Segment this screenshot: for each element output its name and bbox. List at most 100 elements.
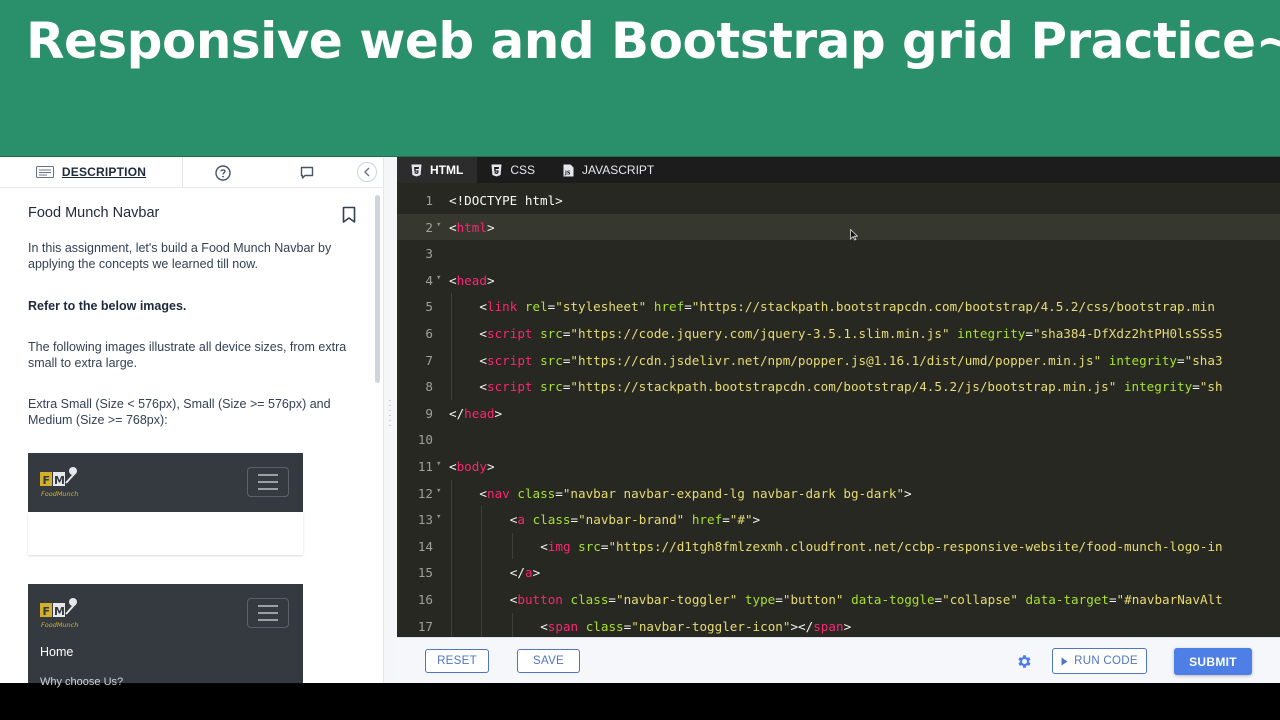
code-line[interactable]: 3: [397, 240, 1280, 267]
panel-scrollbar[interactable]: [375, 195, 380, 383]
code-token: script: [486, 326, 533, 341]
code-token: href: [691, 512, 723, 528]
code-editor[interactable]: HTML CSS JS JAVASCRIPT 1 <!DOCTYPE html> 2…: [397, 157, 1280, 637]
code-token: head: [464, 405, 495, 421]
line-number: 3: [425, 246, 433, 262]
code-line[interactable]: 8 <script src = "https://stackpath.bootstra…: [397, 373, 1280, 400]
fold-toggle-icon[interactable]: ▾: [436, 220, 441, 230]
code-token: link: [486, 299, 518, 315]
code-token: =: [1192, 379, 1200, 395]
code-token: ></: [790, 618, 814, 634]
intro-text: In this assignment, let's build a Food M…: [28, 241, 332, 271]
code-line[interactable]: 6 <script src = "https://code.jquery.com/jq…: [397, 320, 1280, 347]
code-line[interactable]: 14 <img src="https://d1tgh8fmlzexmh.cloud…: [397, 532, 1280, 560]
food-munch-logo: F M FoodMunch: [40, 598, 78, 629]
code-token: </: [509, 565, 525, 581]
tab-html[interactable]: HTML: [397, 157, 478, 183]
js-file-icon: JS: [563, 164, 574, 176]
code-token: <: [449, 272, 457, 288]
code-text: <head>: [449, 273, 495, 288]
code-token: >: [486, 219, 495, 235]
svg-text:M: M: [54, 605, 65, 618]
code-line[interactable]: 13 ▾ <a class="navbar-brand" href="#">: [397, 506, 1280, 533]
collapse-panel-button[interactable]: [357, 162, 377, 182]
code-token: "https://stackpath.bootstrapcdn.com/boot…: [570, 379, 1117, 395]
code-line[interactable]: 4 ▾ <head>: [397, 267, 1280, 294]
code-token: >: [486, 272, 495, 288]
code-line[interactable]: 1 <!DOCTYPE html>: [397, 187, 1280, 214]
code-token: >: [494, 405, 503, 421]
code-token: src: [540, 326, 563, 341]
tab-javascript[interactable]: JS JAVASCRIPT: [549, 157, 668, 183]
code-token: =: [608, 592, 616, 607]
fold-toggle-icon[interactable]: ▾: [436, 486, 441, 496]
code-text: <a class="navbar-brand" href="#">: [510, 512, 760, 527]
code-token: =: [934, 592, 943, 607]
code-line[interactable]: 15 </a>: [397, 559, 1280, 586]
code-token: </: [449, 405, 465, 421]
indent-guide: [511, 612, 513, 637]
save-button[interactable]: SAVE: [517, 649, 580, 673]
code-token: =: [775, 592, 783, 607]
run-code-button[interactable]: RUN CODE: [1052, 648, 1147, 674]
code-text: <html>: [449, 220, 495, 235]
code-text: <img src="https://d1tgh8fmlzexmh.cloudfr…: [540, 539, 1222, 554]
code-text: <link rel="stylesheet" href="https://sta…: [479, 299, 1215, 314]
run-code-label: RUN CODE: [1074, 655, 1138, 667]
code-token: <: [449, 459, 457, 474]
submit-button[interactable]: SUBMIT: [1174, 648, 1252, 675]
tab-hint[interactable]: [214, 164, 232, 182]
question-circle-icon: [215, 165, 231, 181]
code-line[interactable]: 2 ▾ <html>: [397, 213, 1280, 241]
code-line[interactable]: 5 <link rel="stylesheet" href="https://st…: [397, 293, 1280, 320]
code-token: integrity: [957, 326, 1026, 341]
problem-title: Food Munch Navbar: [28, 205, 160, 221]
document-icon: [35, 166, 54, 178]
code-token: script: [486, 352, 533, 368]
code-token: src: [540, 379, 563, 395]
code-token: "https://d1tgh8fmlzexmh.cloudfront.net/c…: [608, 538, 1223, 554]
code-line[interactable]: 10: [397, 426, 1280, 453]
code-line[interactable]: 17 <span class="navbar-toggler-icon"></sp…: [397, 612, 1280, 637]
indent-guide: [451, 559, 452, 586]
code-line[interactable]: 9 </head>: [397, 400, 1280, 427]
tab-javascript-label: JAVASCRIPT: [582, 163, 655, 177]
code-token: script: [486, 379, 533, 395]
code-token: "sh: [1199, 379, 1223, 395]
code-token: data-toggle: [851, 592, 935, 607]
code-line[interactable]: 7 <script src = "https://cdn.jsdelivr.net/n…: [397, 346, 1280, 374]
code-text: <button class="navbar-toggler" type="but…: [510, 592, 1223, 607]
code-line[interactable]: 16 <button class="navbar-toggler" type="b…: [397, 586, 1280, 613]
tab-description[interactable]: DESCRIPTION: [0, 157, 183, 187]
fold-toggle-icon[interactable]: ▾: [436, 273, 441, 283]
line-number: 16: [417, 592, 433, 607]
code-line[interactable]: 12 ▾ <nav class="navbar navbar-expand-lg n…: [397, 479, 1280, 507]
banner-title: Responsive web and Bootstrap grid Practi…: [26, 12, 1280, 70]
bookmark-button[interactable]: [341, 206, 357, 229]
indent-guide: [451, 586, 452, 613]
resize-handle[interactable]: · · · · · ·: [388, 396, 392, 432]
reset-button[interactable]: RESET: [425, 649, 489, 673]
svg-text:M: M: [54, 474, 65, 487]
code-token: "button": [782, 592, 844, 607]
code-token: =: [570, 512, 579, 528]
tab-css[interactable]: CSS: [477, 157, 549, 183]
code-text: <body>: [449, 459, 495, 474]
code-text: <span class="navbar-toggler-icon"></span…: [540, 619, 851, 634]
tab-discussion[interactable]: [298, 164, 316, 182]
code-token: class: [517, 485, 556, 501]
code-token: src: [540, 352, 563, 368]
code-line[interactable]: 11 ▾ <body>: [397, 453, 1280, 480]
indent-guide: [451, 346, 452, 374]
indent-guide: [481, 559, 483, 586]
indent-guide: [451, 532, 452, 560]
editor-tabs: HTML CSS JS JAVASCRIPT: [397, 157, 1280, 183]
gear-icon[interactable]: [1016, 653, 1033, 670]
fold-toggle-icon[interactable]: ▾: [436, 459, 441, 469]
fold-toggle-icon[interactable]: ▾: [436, 512, 441, 522]
